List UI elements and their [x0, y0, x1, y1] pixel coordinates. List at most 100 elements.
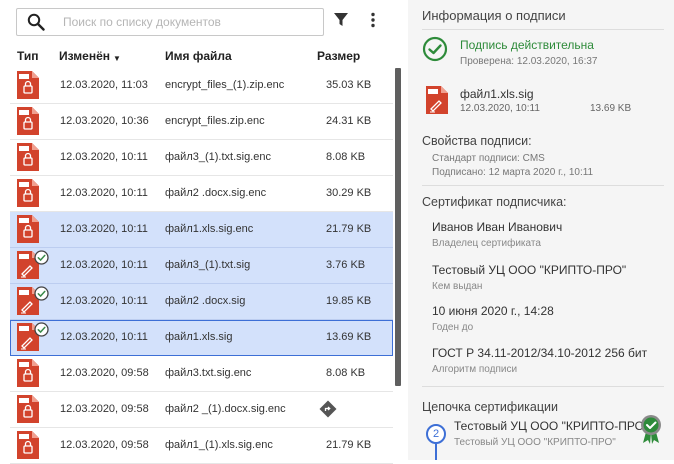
row-filename: файл1_(1).xls.sig.enc	[165, 439, 273, 451]
divider	[422, 386, 664, 387]
row-filename: файл3_(1).txt.sig	[165, 259, 251, 271]
signed-file-size: 13.69 KB	[590, 103, 632, 114]
encrypted-file-icon	[17, 143, 39, 171]
row-size: 8.08 KB	[326, 367, 366, 379]
col-modified-label: Изменён	[59, 49, 111, 63]
row-date: 12.03.2020, 09:58	[60, 403, 149, 415]
col-modified[interactable]: Изменён ▼	[59, 49, 121, 63]
checked-time: Проверена: 12.03.2020, 16:37	[460, 56, 598, 67]
row-filename: файл2 .docx.sig	[165, 295, 246, 307]
cert-algorithm: ГОСТ Р 34.11-2012/34.10-2012 256 бит	[432, 346, 648, 360]
check-circle-icon	[422, 36, 448, 62]
table-row[interactable]: 12.03.2020, 09:58 файл1_(1).xls.sig.enc 21…	[10, 428, 393, 464]
cert-title: Сертификат подписчика:	[422, 195, 567, 209]
divider	[422, 185, 664, 186]
signed-file-icon	[426, 86, 450, 116]
signed-file-date: 12.03.2020, 10:11	[460, 103, 540, 114]
valid-badge-icon	[34, 250, 49, 265]
col-filename[interactable]: Имя файла	[165, 49, 232, 63]
verified-medal-icon	[641, 415, 661, 444]
cert-issuer-label: Кем выдан	[432, 281, 483, 292]
sort-desc-icon: ▼	[113, 54, 121, 63]
row-date: 12.03.2020, 10:11	[60, 223, 148, 235]
cert-owner-label: Владелец сертификата	[432, 238, 541, 249]
filter-icon[interactable]	[333, 12, 349, 28]
cert-valid-to: 10 июня 2020 г., 14:28	[432, 304, 554, 318]
col-size[interactable]: Размер	[317, 49, 360, 63]
encrypted-file-icon	[17, 179, 39, 207]
row-filename: файл1.xls.sig	[165, 331, 233, 343]
table-header: Тип Изменён ▼ Имя файла Размер	[0, 44, 398, 68]
chain-cert-name[interactable]: Тестовый УЦ ООО "КРИПТО-ПРО"	[454, 419, 648, 433]
signed-time: Подписано: 12 марта 2020 г., 10:11	[432, 167, 594, 178]
table-row[interactable]: 12.03.2020, 09:58 файл3.txt.sig.enc 8.08 K…	[10, 356, 393, 392]
chain-cert-issuer: Тестовый УЦ ООО "КРИПТО-ПРО"	[454, 437, 616, 448]
scrollbar[interactable]	[395, 68, 401, 386]
row-filename: encrypt_files.zip.enc	[165, 115, 265, 127]
row-filename: файл2 _(1).docx.sig.enc	[165, 403, 286, 415]
row-size: 35.03 KB	[326, 79, 372, 91]
signature-info-panel: Информация о подписи Подпись действитель…	[408, 0, 674, 460]
search-icon	[27, 13, 45, 31]
row-filename: файл2 .docx.sig.enc	[165, 187, 267, 199]
row-date: 12.03.2020, 10:11	[60, 331, 148, 343]
row-filename: encrypt_files_(1).zip.enc	[165, 79, 285, 91]
encrypted-file-icon	[17, 71, 39, 99]
row-date: 12.03.2020, 09:58	[60, 439, 149, 451]
row-size: 30.29 KB	[326, 187, 372, 199]
chain-level-badge: 2	[426, 424, 446, 444]
directions-diamond-icon[interactable]	[319, 400, 337, 418]
row-size: 21.79 KB	[326, 439, 372, 451]
row-size: 24.31 KB	[326, 115, 372, 127]
table-row[interactable]: 12.03.2020, 10:11 файл1.xls.sig 13.69 KB	[10, 320, 393, 356]
table-row[interactable]: 12.03.2020, 10:11 файл2 .docx.sig.enc 30.2…	[10, 176, 393, 212]
row-size: 3.76 KB	[326, 259, 366, 271]
encrypted-file-icon	[17, 359, 39, 387]
chain-title: Цепочка сертификации	[422, 400, 558, 414]
row-date: 12.03.2020, 10:36	[60, 115, 149, 127]
cert-owner: Иванов Иван Иванович	[432, 220, 563, 234]
row-date: 12.03.2020, 10:11	[60, 259, 148, 271]
search-box[interactable]	[16, 8, 324, 36]
table-row[interactable]: 12.03.2020, 10:11 файл1.xls.sig.enc 21.79 …	[10, 212, 393, 248]
table-row[interactable]: 12.03.2020, 10:11 файл3_(1).txt.sig.enc 8.…	[10, 140, 393, 176]
table-row[interactable]: 12.03.2020, 09:58 файл2 _(1).docx.sig.enc	[10, 392, 393, 428]
valid-badge-icon	[34, 322, 49, 337]
more-vert-icon[interactable]	[367, 11, 379, 29]
row-action[interactable]	[319, 400, 337, 421]
row-filename: файл1.xls.sig.enc	[165, 223, 254, 235]
encrypted-file-icon	[17, 107, 39, 135]
cert-issuer: Тестовый УЦ ООО "КРИПТО-ПРО"	[432, 263, 627, 277]
row-filename: файл3_(1).txt.sig.enc	[165, 151, 271, 163]
row-date: 12.03.2020, 11:03	[60, 79, 148, 91]
table-row[interactable]: 12.03.2020, 10:11 файл2 .docx.sig 19.85 KB	[10, 284, 393, 320]
signed-file-icon	[17, 322, 49, 351]
panel-title: Информация о подписи	[422, 8, 566, 23]
encrypted-file-icon	[17, 395, 39, 423]
signed-file-name: файл1.xls.sig	[460, 87, 534, 101]
table-row[interactable]: 12.03.2020, 10:36 encrypt_files.zip.enc 24…	[10, 104, 393, 140]
row-date: 12.03.2020, 10:11	[60, 151, 148, 163]
signature-standard: Стандарт подписи: CMS	[432, 153, 545, 164]
row-size: 8.08 KB	[326, 151, 366, 163]
row-filename: файл3.txt.sig.enc	[165, 367, 252, 379]
signed-file-icon	[17, 286, 49, 315]
document-list-panel: Тип Изменён▼ Имя файла Размер 12.03.2020…	[0, 0, 408, 464]
encrypted-file-icon	[17, 215, 39, 243]
document-table: 12.03.2020, 11:03 encrypt_files_(1).zip.e…	[10, 68, 393, 464]
row-size: 19.85 KB	[326, 295, 372, 307]
table-row[interactable]: 12.03.2020, 10:11 файл3_(1).txt.sig 3.76 K…	[10, 248, 393, 284]
row-size: 21.79 KB	[326, 223, 372, 235]
col-type[interactable]: Тип	[17, 49, 39, 63]
cert-valid-to-label: Годен до	[432, 322, 474, 333]
signed-file-icon	[17, 250, 49, 279]
table-row[interactable]: 12.03.2020, 11:03 encrypt_files_(1).zip.e…	[10, 68, 393, 104]
props-title: Свойства подписи:	[422, 134, 532, 148]
row-date: 12.03.2020, 10:11	[60, 295, 148, 307]
valid-badge-icon	[34, 286, 49, 301]
encrypted-file-icon	[17, 431, 39, 459]
row-size: 13.69 KB	[326, 331, 372, 343]
row-date: 12.03.2020, 09:58	[60, 367, 149, 379]
chain-connector	[435, 444, 437, 460]
search-input[interactable]	[61, 12, 315, 32]
